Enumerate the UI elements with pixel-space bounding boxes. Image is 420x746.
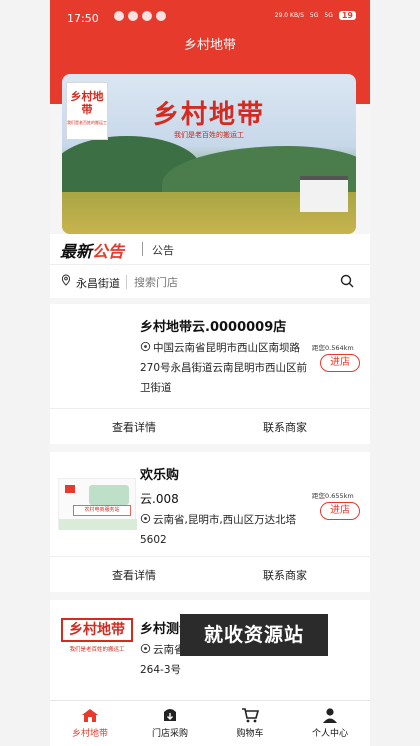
store-address-text: 云南省,昆明市,西山区万达北塔5602: [140, 514, 297, 546]
person-icon: [323, 708, 337, 723]
home-icon: [82, 709, 98, 722]
status-time: 17:50: [67, 12, 99, 25]
view-details-button[interactable]: 查看详情: [112, 567, 156, 583]
tab-home[interactable]: 乡村地带: [50, 705, 130, 739]
contact-merchant-button[interactable]: 联系商家: [263, 419, 307, 435]
promo-banner[interactable]: 乡村地带 我们是老百姓的搬运工 乡村地带 我们是老百姓的搬运工: [62, 74, 356, 234]
store-name[interactable]: 欢乐购: [140, 464, 179, 483]
store-logo: 乡村地带 我们是老百姓的搬运工: [58, 616, 136, 678]
enter-store-button[interactable]: 进店: [320, 502, 360, 520]
banner-subtitle: 我们是老百姓的搬运工: [174, 131, 244, 139]
location-pin-icon: [140, 513, 151, 524]
location-icon[interactable]: [60, 274, 72, 286]
thumb-ground: [59, 519, 137, 530]
location-pin-icon: [140, 341, 151, 352]
status-bar: 17:50 29.0 KB/S 5G 5G 19: [50, 0, 370, 34]
search-input[interactable]: [134, 271, 324, 293]
banner-title: 乡村地带: [152, 100, 265, 130]
house-image: [300, 176, 348, 212]
notification-icon: [114, 11, 124, 21]
notice-bar[interactable]: 最新公告 公告: [50, 234, 370, 264]
store-address-line2: 264-3号: [140, 664, 182, 676]
net-speed: 29.0 KB/S: [274, 12, 304, 19]
enter-store-button[interactable]: 进店: [320, 354, 360, 372]
status-right: 29.0 KB/S 5G 5G 19: [275, 11, 356, 20]
search-bar: 永昌街道: [50, 264, 370, 298]
contact-merchant-button[interactable]: 联系商家: [263, 567, 307, 583]
search-icon[interactable]: [340, 274, 354, 288]
battery-icon: 19: [338, 11, 356, 20]
thumb-sign: 农村电商服务站: [73, 505, 131, 516]
tab-cart-label: 购物车: [236, 729, 264, 739]
tab-profile-label: 个人中心: [311, 729, 348, 739]
store-thumbnail: 农村电商服务站: [58, 478, 137, 530]
store-address: 中国云南省昆明市西山区南坝路270号永昌街道云南昆明市西山区前卫街道: [140, 338, 310, 398]
telegram-icon: [156, 11, 166, 21]
tab-store-purchase-label: 门店采购: [151, 729, 188, 739]
store-name-line2: 云.008: [140, 492, 179, 506]
notice-brand-red: 公告: [92, 242, 125, 261]
notification-icon: [142, 11, 152, 21]
search-divider: [126, 275, 127, 289]
store-logo-text: 乡村地带: [61, 618, 133, 642]
notification-icons: [114, 11, 166, 21]
notice-label: 公告: [152, 244, 174, 257]
thumb-building: [89, 485, 129, 505]
tab-store-purchase[interactable]: 门店采购: [130, 705, 210, 739]
store-address: 云南省,昆明市,西山区万达北塔5602: [140, 510, 310, 550]
store-purchase-icon: [164, 709, 176, 721]
tab-profile[interactable]: 个人中心: [290, 705, 370, 739]
watermark-overlay: 就收资源站: [180, 614, 328, 656]
tab-home-label: 乡村地带: [71, 729, 108, 739]
thumb-flag-icon: [65, 485, 75, 493]
notice-divider: [142, 242, 143, 256]
store-distance: 距您0.655km: [312, 492, 354, 500]
store-logo-sub: 我们是老百姓的搬运工: [69, 647, 125, 653]
tab-cart[interactable]: 购物车: [210, 705, 290, 739]
store-name[interactable]: 乡村地带云.0000009店: [140, 316, 286, 335]
store-distance: 距您0.564km: [312, 344, 354, 352]
signal-b: 5G: [324, 12, 333, 19]
store-actions: 查看详情 联系商家: [50, 556, 370, 592]
store-actions: 查看详情 联系商家: [50, 408, 370, 444]
page-title: 乡村地带: [183, 38, 236, 53]
store-card[interactable]: 乡村地带云.0000009店 中国云南省昆明市西山区南坝路270号永昌街道云南昆…: [50, 304, 370, 444]
store-card[interactable]: 农村电商服务站 欢乐购 云.008 云南省,昆明市,西山区万达北塔5602 距您…: [50, 452, 370, 592]
location-pin-icon: [140, 643, 151, 654]
signal-a: 5G: [309, 12, 319, 19]
notification-icon: [128, 11, 138, 21]
bottom-tab-bar: 乡村地带 门店采购 购物车 个人中心: [50, 700, 370, 746]
cart-icon: [242, 708, 259, 723]
location-label[interactable]: 永昌街道: [76, 275, 120, 291]
notice-brand-black: 最新: [60, 242, 93, 261]
view-details-button[interactable]: 查看详情: [112, 419, 156, 435]
notice-brand: 最新公告: [60, 238, 124, 262]
store-address-text: 中国云南省昆明市西山区南坝路270号永昌街道云南昆明市西山区前卫街道: [140, 342, 308, 394]
